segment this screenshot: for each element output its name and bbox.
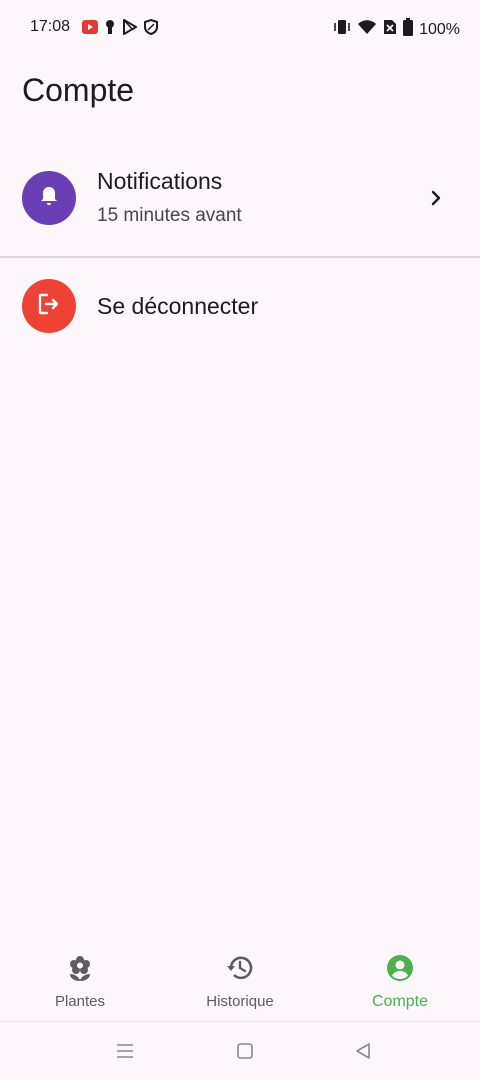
chevron-right-icon [430, 188, 442, 213]
nav-item-compte[interactable]: Compte [320, 940, 480, 1021]
logout-title: Se déconnecter [97, 293, 259, 319]
notifications-avatar [22, 171, 76, 225]
account-icon [386, 954, 414, 987]
back-icon[interactable] [354, 1042, 372, 1065]
play-store-icon [122, 19, 138, 40]
nav-label-plantes: Plantes [54, 993, 106, 1010]
flower-icon [66, 954, 94, 987]
nav-label-compte: Compte [371, 993, 429, 1010]
home-icon[interactable] [236, 1042, 254, 1065]
wifi-icon [357, 19, 377, 40]
notifications-title: Notifications [97, 168, 223, 194]
logout-item[interactable]: Se déconnecter [0, 258, 480, 354]
history-icon [226, 954, 254, 987]
status-bar: 17:08 100% [0, 0, 480, 56]
battery-icon [403, 18, 414, 41]
logout-avatar [22, 279, 76, 333]
page-title: Compte [22, 72, 135, 108]
menu-icon[interactable] [116, 1042, 134, 1065]
notifications-item[interactable]: Notifications 15 minutes avant [0, 150, 480, 256]
bottom-nav: Plantes Historique Compte [0, 940, 480, 1021]
system-nav-bar [0, 1021, 480, 1080]
status-system-icons: 100% [333, 18, 460, 41]
keyhole-icon [104, 19, 116, 40]
nav-item-plantes[interactable]: Plantes [0, 940, 160, 1021]
notifications-subtitle: 15 minutes avant [97, 205, 242, 226]
logout-icon [36, 291, 62, 322]
status-notification-icons [82, 18, 158, 40]
status-time: 17:08 [30, 18, 71, 35]
nav-item-historique[interactable]: Historique [160, 940, 320, 1021]
bell-icon [37, 184, 61, 213]
shield-icon [144, 18, 158, 40]
nav-label-historique: Historique [206, 993, 274, 1010]
vibrate-icon [333, 19, 351, 40]
youtube-icon [82, 19, 98, 40]
no-sim-icon [383, 19, 397, 40]
battery-percent: 100% [419, 20, 460, 38]
